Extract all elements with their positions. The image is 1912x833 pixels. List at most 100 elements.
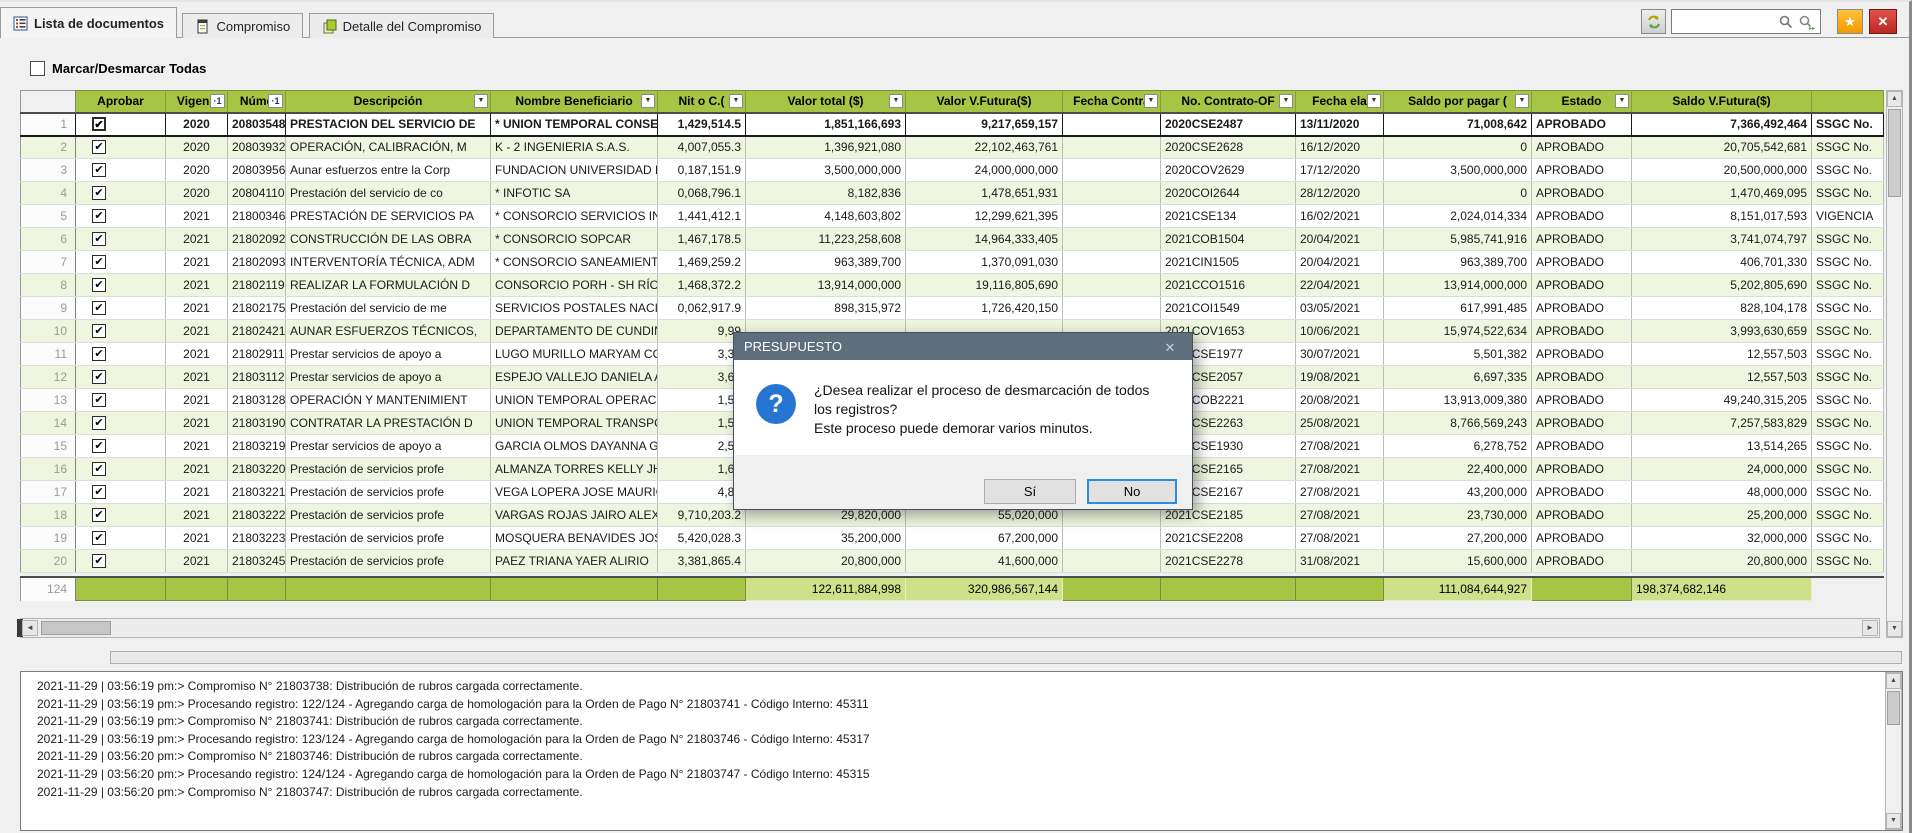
cell-valor_vfutura[interactable]: 14,964,333,405 — [906, 228, 1063, 251]
cell-descripcion[interactable]: Prestar servicios de apoyo a — [286, 366, 491, 389]
cell-beneficiario[interactable]: VEGA LOPERA JOSE MAURICIO — [491, 481, 658, 504]
cell-aprobar[interactable]: ✔ — [76, 320, 166, 343]
cell-vigencia[interactable]: 2020 — [166, 136, 228, 159]
cell-numero[interactable]: 20803956 — [228, 159, 286, 182]
cell-ssgc[interactable]: SSGC No. — [1812, 182, 1884, 205]
cell-nit[interactable]: 1,467,178.5 — [658, 228, 746, 251]
cell-saldo_vfutura[interactable]: 8,151,017,593 — [1632, 205, 1812, 228]
grid-header-estado[interactable]: Estado▼ — [1532, 91, 1632, 113]
cell-contrato[interactable]: 2020COI2644 — [1161, 182, 1296, 205]
cell-numero[interactable]: 21803112 — [228, 366, 286, 389]
cell-vigencia[interactable]: 2020 — [166, 113, 228, 136]
cell-descripcion[interactable]: Prestación de servicios profe — [286, 458, 491, 481]
cell-nit[interactable]: 4,007,055.3 — [658, 136, 746, 159]
cell-num[interactable]: 14 — [21, 412, 76, 435]
cell-saldo_pagar[interactable]: 6,278,752 — [1384, 435, 1532, 458]
cell-beneficiario[interactable]: UNION TEMPORAL TRANSPORT — [491, 412, 658, 435]
cell-saldo_vfutura[interactable]: 828,104,178 — [1632, 297, 1812, 320]
cell-fecha_contra[interactable] — [1063, 205, 1161, 228]
grid-header-nit[interactable]: Nit o C.(▼ — [658, 91, 746, 113]
cell-ssgc[interactable]: SSGC No. — [1812, 297, 1884, 320]
cell-saldo_pagar[interactable]: 5,985,741,916 — [1384, 228, 1532, 251]
approve-checkbox[interactable]: ✔ — [92, 117, 106, 131]
cell-beneficiario[interactable]: UNION TEMPORAL OPERACION — [491, 389, 658, 412]
grid-header-fecha_contra[interactable]: Fecha Contra▼ — [1063, 91, 1161, 113]
cell-saldo_pagar[interactable]: 43,200,000 — [1384, 481, 1532, 504]
cell-aprobar[interactable]: ✔ — [76, 113, 166, 136]
cell-estado[interactable]: APROBADO — [1532, 366, 1632, 389]
cell-ssgc[interactable]: SSGC No. — [1812, 136, 1884, 159]
cell-fecha_ela[interactable]: 10/06/2021 — [1296, 320, 1384, 343]
cell-valor_total[interactable]: 8,182,836 — [746, 182, 906, 205]
grid-header-saldo_pagar[interactable]: Saldo por pagar (▼ — [1384, 91, 1532, 113]
no-button[interactable]: No — [1087, 479, 1177, 504]
cell-valor_vfutura[interactable]: 1,726,420,150 — [906, 297, 1063, 320]
cell-aprobar[interactable]: ✔ — [76, 343, 166, 366]
cell-beneficiario[interactable]: MOSQUERA BENAVIDES JOSE LU — [491, 527, 658, 550]
cell-saldo_pagar[interactable]: 27,200,000 — [1384, 527, 1532, 550]
cell-valor_total[interactable]: 1,396,921,080 — [746, 136, 906, 159]
cell-fecha_contra[interactable] — [1063, 274, 1161, 297]
cell-num[interactable]: 13 — [21, 389, 76, 412]
cell-estado[interactable]: APROBADO — [1532, 481, 1632, 504]
cell-vigencia[interactable]: 2021 — [166, 274, 228, 297]
cell-beneficiario[interactable]: VARGAS ROJAS JAIRO ALEXAND — [491, 504, 658, 527]
grid-hscrollbar[interactable]: ◄ ► — [20, 618, 1880, 638]
grid-header-num[interactable] — [21, 91, 76, 113]
cell-vigencia[interactable]: 2021 — [166, 412, 228, 435]
cell-saldo_vfutura[interactable]: 24,000,000 — [1632, 458, 1812, 481]
approve-checkbox[interactable]: ✔ — [92, 554, 106, 568]
cell-nit[interactable]: 1,468,372.2 — [658, 274, 746, 297]
filter-icon[interactable]: ▼ — [641, 94, 655, 108]
cell-fecha_contra[interactable] — [1063, 159, 1161, 182]
cell-saldo_pagar[interactable]: 15,600,000 — [1384, 550, 1532, 573]
grid-header-fecha_ela[interactable]: Fecha ela▼ — [1296, 91, 1384, 113]
refresh-button[interactable] — [1641, 9, 1666, 34]
approve-checkbox[interactable]: ✔ — [92, 209, 106, 223]
cell-aprobar[interactable]: ✔ — [76, 274, 166, 297]
approve-checkbox[interactable]: ✔ — [92, 232, 106, 246]
cell-ssgc[interactable]: SSGC No. — [1812, 412, 1884, 435]
cell-estado[interactable]: APROBADO — [1532, 343, 1632, 366]
cell-descripcion[interactable]: Prestar servicios de apoyo a — [286, 435, 491, 458]
cell-fecha_ela[interactable]: 25/08/2021 — [1296, 412, 1384, 435]
cell-estado[interactable]: APROBADO — [1532, 435, 1632, 458]
cell-saldo_vfutura[interactable]: 3,741,074,797 — [1632, 228, 1812, 251]
cell-descripcion[interactable]: Prestar servicios de apoyo a — [286, 343, 491, 366]
cell-beneficiario[interactable]: * CONSORCIO SANEAMIENTO 2 — [491, 251, 658, 274]
cell-descripcion[interactable]: OPERACIÓN Y MANTENIMIENT — [286, 389, 491, 412]
cell-fecha_contra[interactable] — [1063, 251, 1161, 274]
cell-ssgc[interactable]: SSGC No. — [1812, 550, 1884, 573]
cell-descripcion[interactable]: Prestación de servicios profe — [286, 504, 491, 527]
cell-numero[interactable]: 21802119 — [228, 274, 286, 297]
cell-contrato[interactable]: 2021CSE134 — [1161, 205, 1296, 228]
cell-saldo_pagar[interactable]: 23,730,000 — [1384, 504, 1532, 527]
cell-descripcion[interactable]: PRESTACION DEL SERVICIO DE — [286, 113, 491, 136]
cell-descripcion[interactable]: Prestación de servicios profe — [286, 527, 491, 550]
cell-saldo_vfutura[interactable]: 49,240,315,205 — [1632, 389, 1812, 412]
scroll-right-button[interactable]: ► — [1862, 620, 1878, 636]
cell-valor_vfutura[interactable]: 1,478,651,931 — [906, 182, 1063, 205]
cell-fecha_ela[interactable]: 30/07/2021 — [1296, 343, 1384, 366]
cell-valor_total[interactable]: 11,223,258,608 — [746, 228, 906, 251]
cell-numero[interactable]: 21802421 — [228, 320, 286, 343]
favorites-button[interactable]: ★ — [1837, 9, 1863, 34]
cell-ssgc[interactable]: SSGC No. — [1812, 113, 1884, 136]
grid-header-saldo_vfutura[interactable]: Saldo V.Futura($) — [1632, 91, 1812, 113]
tab-detalle-del-compromiso[interactable]: Detalle del Compromiso — [309, 13, 495, 38]
cell-numero[interactable]: 21802093 — [228, 251, 286, 274]
cell-contrato[interactable]: 2021COI1549 — [1161, 297, 1296, 320]
cell-estado[interactable]: APROBADO — [1532, 136, 1632, 159]
cell-num[interactable]: 16 — [21, 458, 76, 481]
cell-fecha_ela[interactable]: 28/12/2020 — [1296, 182, 1384, 205]
approve-checkbox[interactable]: ✔ — [92, 416, 106, 430]
cell-numero[interactable]: 21800346 — [228, 205, 286, 228]
cell-num[interactable]: 5 — [21, 205, 76, 228]
cell-beneficiario[interactable]: * INFOTIC SA — [491, 182, 658, 205]
cell-fecha_ela[interactable]: 27/08/2021 — [1296, 527, 1384, 550]
cell-contrato[interactable]: 2021CIN1505 — [1161, 251, 1296, 274]
cell-vigencia[interactable]: 2021 — [166, 251, 228, 274]
cell-beneficiario[interactable]: K - 2 INGENIERIA S.A.S. — [491, 136, 658, 159]
cell-aprobar[interactable]: ✔ — [76, 182, 166, 205]
cell-saldo_pagar[interactable]: 15,974,522,634 — [1384, 320, 1532, 343]
